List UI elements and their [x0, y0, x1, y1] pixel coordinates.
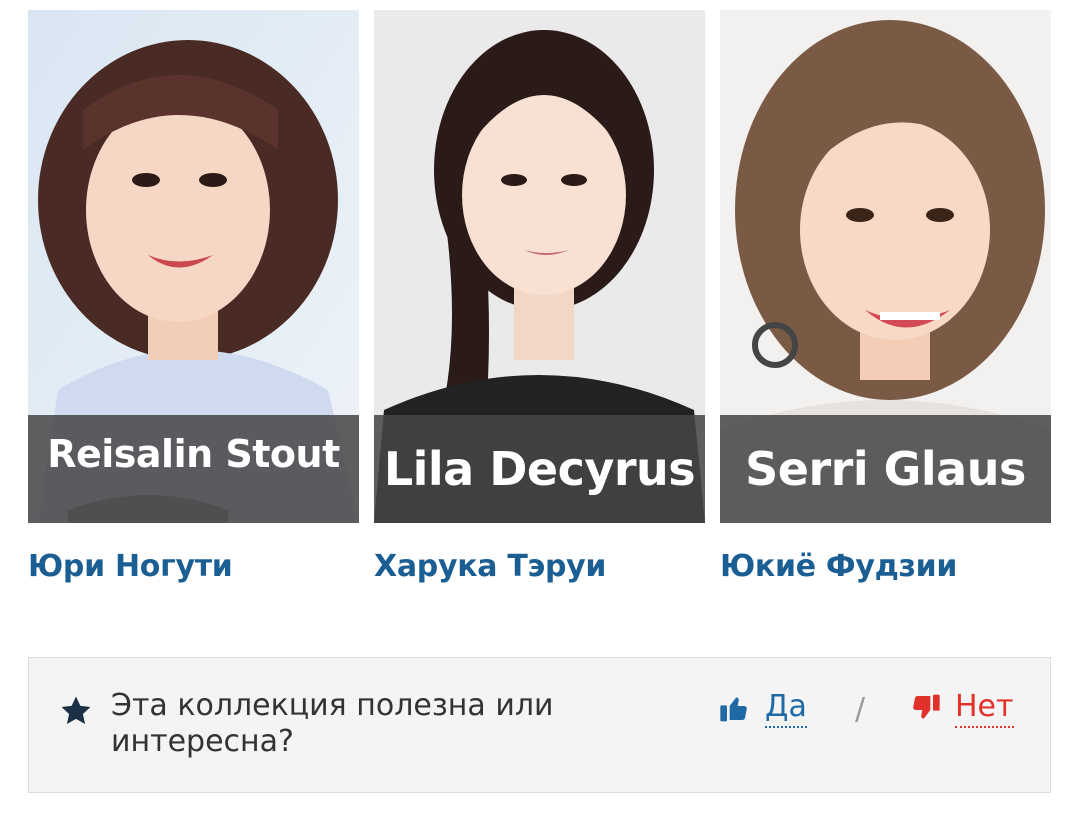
role-name: Serri Glaus: [745, 442, 1026, 496]
role-name-band: Serri Glaus: [720, 415, 1051, 523]
feedback-panel: Эта коллекция полезна или интересна? Да …: [28, 657, 1051, 793]
vote-yes-button[interactable]: Да: [719, 688, 807, 728]
star-icon: [61, 696, 91, 725]
actor-link[interactable]: Юкиё Фудзии: [720, 549, 1051, 584]
role-name: Reisalin Stout: [47, 432, 340, 476]
character-photo[interactable]: Serri Glaus: [720, 10, 1051, 523]
thumbs-up-icon: [720, 697, 747, 722]
role-name-band: Lila Decyrus: [374, 415, 705, 523]
role-name-band: Reisalin Stout: [28, 415, 359, 523]
character-card: Lila Decyrus Харука Тэруи: [374, 10, 705, 584]
actor-link[interactable]: Харука Тэруи: [374, 549, 705, 584]
vote-no-button[interactable]: Нет: [909, 688, 1014, 728]
vote-no-label[interactable]: Нет: [955, 689, 1014, 728]
character-cards: Reisalin Stout Юри Ногути Lila Decyrus Х…: [28, 10, 1051, 590]
role-name: Lila Decyrus: [383, 442, 696, 496]
character-photo[interactable]: Lila Decyrus: [374, 10, 705, 523]
vote-yes-label[interactable]: Да: [765, 689, 807, 728]
vote-separator: /: [855, 692, 866, 727]
character-card: Reisalin Stout Юри Ногути: [28, 10, 359, 584]
actor-link[interactable]: Юри Ногути: [28, 549, 359, 584]
feedback-question: Эта коллекция полезна или интересна?: [111, 688, 554, 759]
character-card: Serri Glaus Юкиё Фудзии: [720, 10, 1051, 584]
thumbs-down-icon: [913, 694, 940, 719]
character-photo[interactable]: Reisalin Stout: [28, 10, 359, 523]
